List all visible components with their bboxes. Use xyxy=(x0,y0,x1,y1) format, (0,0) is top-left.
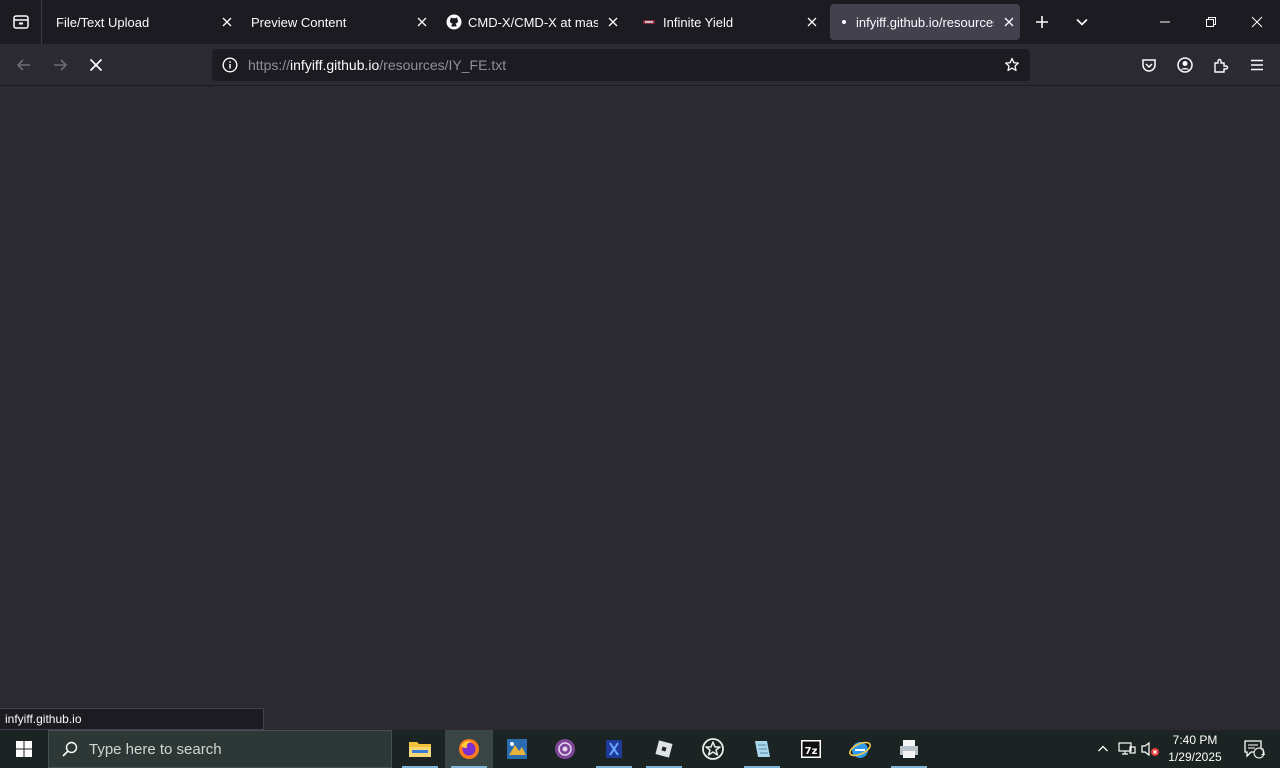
extensions-button[interactable] xyxy=(1205,49,1237,81)
network-tray-button[interactable] xyxy=(1116,738,1138,760)
folder-icon xyxy=(409,742,431,757)
minimize-button[interactable] xyxy=(1142,0,1188,44)
bookmark-star-button[interactable] xyxy=(998,49,1026,81)
forward-button[interactable] xyxy=(44,49,76,81)
taskbar-firefox[interactable] xyxy=(445,730,493,768)
tab-title: File/Text Upload xyxy=(56,14,150,30)
stop-icon xyxy=(89,58,103,72)
address-bar[interactable]: https://infyiff.github.io/resources/IY_F… xyxy=(212,49,1030,81)
chevron-up-icon xyxy=(1098,745,1108,752)
taskbar-star-app[interactable] xyxy=(689,730,737,768)
stop-loading-button[interactable] xyxy=(80,49,112,81)
tab-spacer xyxy=(243,14,251,30)
taskbar-roblox[interactable] xyxy=(640,730,688,768)
tab-title: Infinite Yield xyxy=(663,14,734,30)
github-icon xyxy=(446,14,462,30)
clock-time: 7:40 PM xyxy=(1172,733,1218,747)
tab-title: infyiff.github.io/resources/IY_FE.txt xyxy=(856,14,994,30)
firefox-view-button[interactable] xyxy=(0,0,42,44)
minimize-icon xyxy=(1160,21,1170,23)
taskbar-search-box[interactable]: Type here to search xyxy=(48,730,392,768)
tab-title: Preview Content xyxy=(251,14,347,30)
7zip-icon: 7z xyxy=(801,740,821,758)
close-tab-icon[interactable] xyxy=(602,11,624,33)
tab-file-text-upload[interactable]: File/Text Upload xyxy=(48,4,238,40)
account-icon xyxy=(1177,57,1193,73)
tab-iy-fe-txt[interactable]: infyiff.github.io/resources/IY_FE.txt xyxy=(830,4,1020,40)
chevron-down-icon xyxy=(1076,18,1088,26)
tab-preview-content[interactable]: Preview Content xyxy=(243,4,433,40)
paint-app-icon xyxy=(507,739,527,759)
arrow-left-icon xyxy=(16,59,30,71)
loading-dot-icon xyxy=(838,14,850,30)
network-icon xyxy=(1118,742,1136,755)
taskbar-7zip[interactable]: 7z xyxy=(787,730,835,768)
taskbar-clock[interactable]: 7:40 PM 1/29/2025 xyxy=(1162,732,1228,766)
search-icon xyxy=(62,741,78,757)
start-button[interactable] xyxy=(0,730,48,768)
windows-taskbar: Type here to search 7z 7:40 PM 1/29/2025… xyxy=(0,730,1280,768)
tab-cmd-x-github[interactable]: CMD-X/CMD-X at master xyxy=(446,4,624,40)
notification-count: 1 xyxy=(1260,747,1266,757)
tor-icon xyxy=(555,739,575,759)
site-info-icon[interactable] xyxy=(214,49,246,81)
windows-logo-icon xyxy=(16,741,32,757)
close-tab-icon[interactable] xyxy=(411,11,433,33)
tab-infinite-yield[interactable]: Infinite Yield xyxy=(641,4,823,40)
pocket-icon xyxy=(1142,59,1156,72)
browser-window: File/Text Upload Preview Content CMD-X/C… xyxy=(0,0,1280,730)
restore-button[interactable] xyxy=(1188,0,1234,44)
classic-app-icon xyxy=(606,740,622,758)
tab-spacer xyxy=(48,14,56,30)
close-icon xyxy=(1251,16,1263,28)
taskbar-paint-app[interactable] xyxy=(493,730,541,768)
close-tab-icon[interactable] xyxy=(801,11,823,33)
svg-text:7z: 7z xyxy=(805,746,818,757)
taskbar-classic-app[interactable] xyxy=(590,730,638,768)
list-all-tabs-button[interactable] xyxy=(1068,8,1096,36)
close-window-button[interactable] xyxy=(1234,0,1280,44)
star-app-icon xyxy=(702,738,724,760)
tab-strip: File/Text Upload Preview Content CMD-X/C… xyxy=(0,0,1280,44)
pocket-button[interactable] xyxy=(1133,49,1165,81)
status-link-tooltip: infyiff.github.io xyxy=(0,708,264,730)
url-scheme: https:// xyxy=(248,57,291,73)
account-button[interactable] xyxy=(1169,49,1201,81)
taskbar-edge-legacy[interactable] xyxy=(836,730,884,768)
page-content-area xyxy=(0,87,1280,708)
firefox-icon xyxy=(459,739,479,759)
restore-icon xyxy=(1206,17,1216,27)
notepad-icon xyxy=(755,741,770,757)
plus-icon xyxy=(1036,16,1048,28)
tab-title: CMD-X/CMD-X at master xyxy=(468,14,598,30)
url-host: infyiff.github.io xyxy=(290,57,380,73)
close-tab-icon[interactable] xyxy=(216,11,238,33)
hamburger-menu-icon xyxy=(1251,59,1263,71)
show-hidden-icons-button[interactable] xyxy=(1092,738,1114,760)
search-placeholder: Type here to search xyxy=(89,740,222,758)
taskbar-printer-app[interactable] xyxy=(885,730,933,768)
taskbar-file-explorer[interactable] xyxy=(396,730,444,768)
roblox-icon xyxy=(655,740,673,758)
puzzle-icon xyxy=(1214,58,1229,73)
infinite-yield-icon xyxy=(641,14,657,30)
taskbar-tor-browser[interactable] xyxy=(541,730,589,768)
new-tab-button[interactable] xyxy=(1028,8,1056,36)
arrow-right-icon xyxy=(54,59,68,71)
close-tab-icon[interactable] xyxy=(998,11,1020,33)
printer-icon xyxy=(900,740,918,758)
action-center-button[interactable]: 1 xyxy=(1236,730,1272,768)
volume-tray-button[interactable] xyxy=(1140,738,1162,760)
url-path: /resources/IY_FE.txt xyxy=(379,57,507,73)
firefox-view-icon xyxy=(12,15,29,29)
app-menu-button[interactable] xyxy=(1241,49,1273,81)
volume-muted-icon xyxy=(1141,741,1159,757)
taskbar-notepad-app[interactable] xyxy=(738,730,786,768)
url-text[interactable]: https://infyiff.github.io/resources/IY_F… xyxy=(248,57,506,73)
ie-edge-icon xyxy=(849,741,871,758)
back-button[interactable] xyxy=(8,49,40,81)
clock-date: 1/29/2025 xyxy=(1168,750,1222,764)
star-icon xyxy=(1005,57,1019,72)
